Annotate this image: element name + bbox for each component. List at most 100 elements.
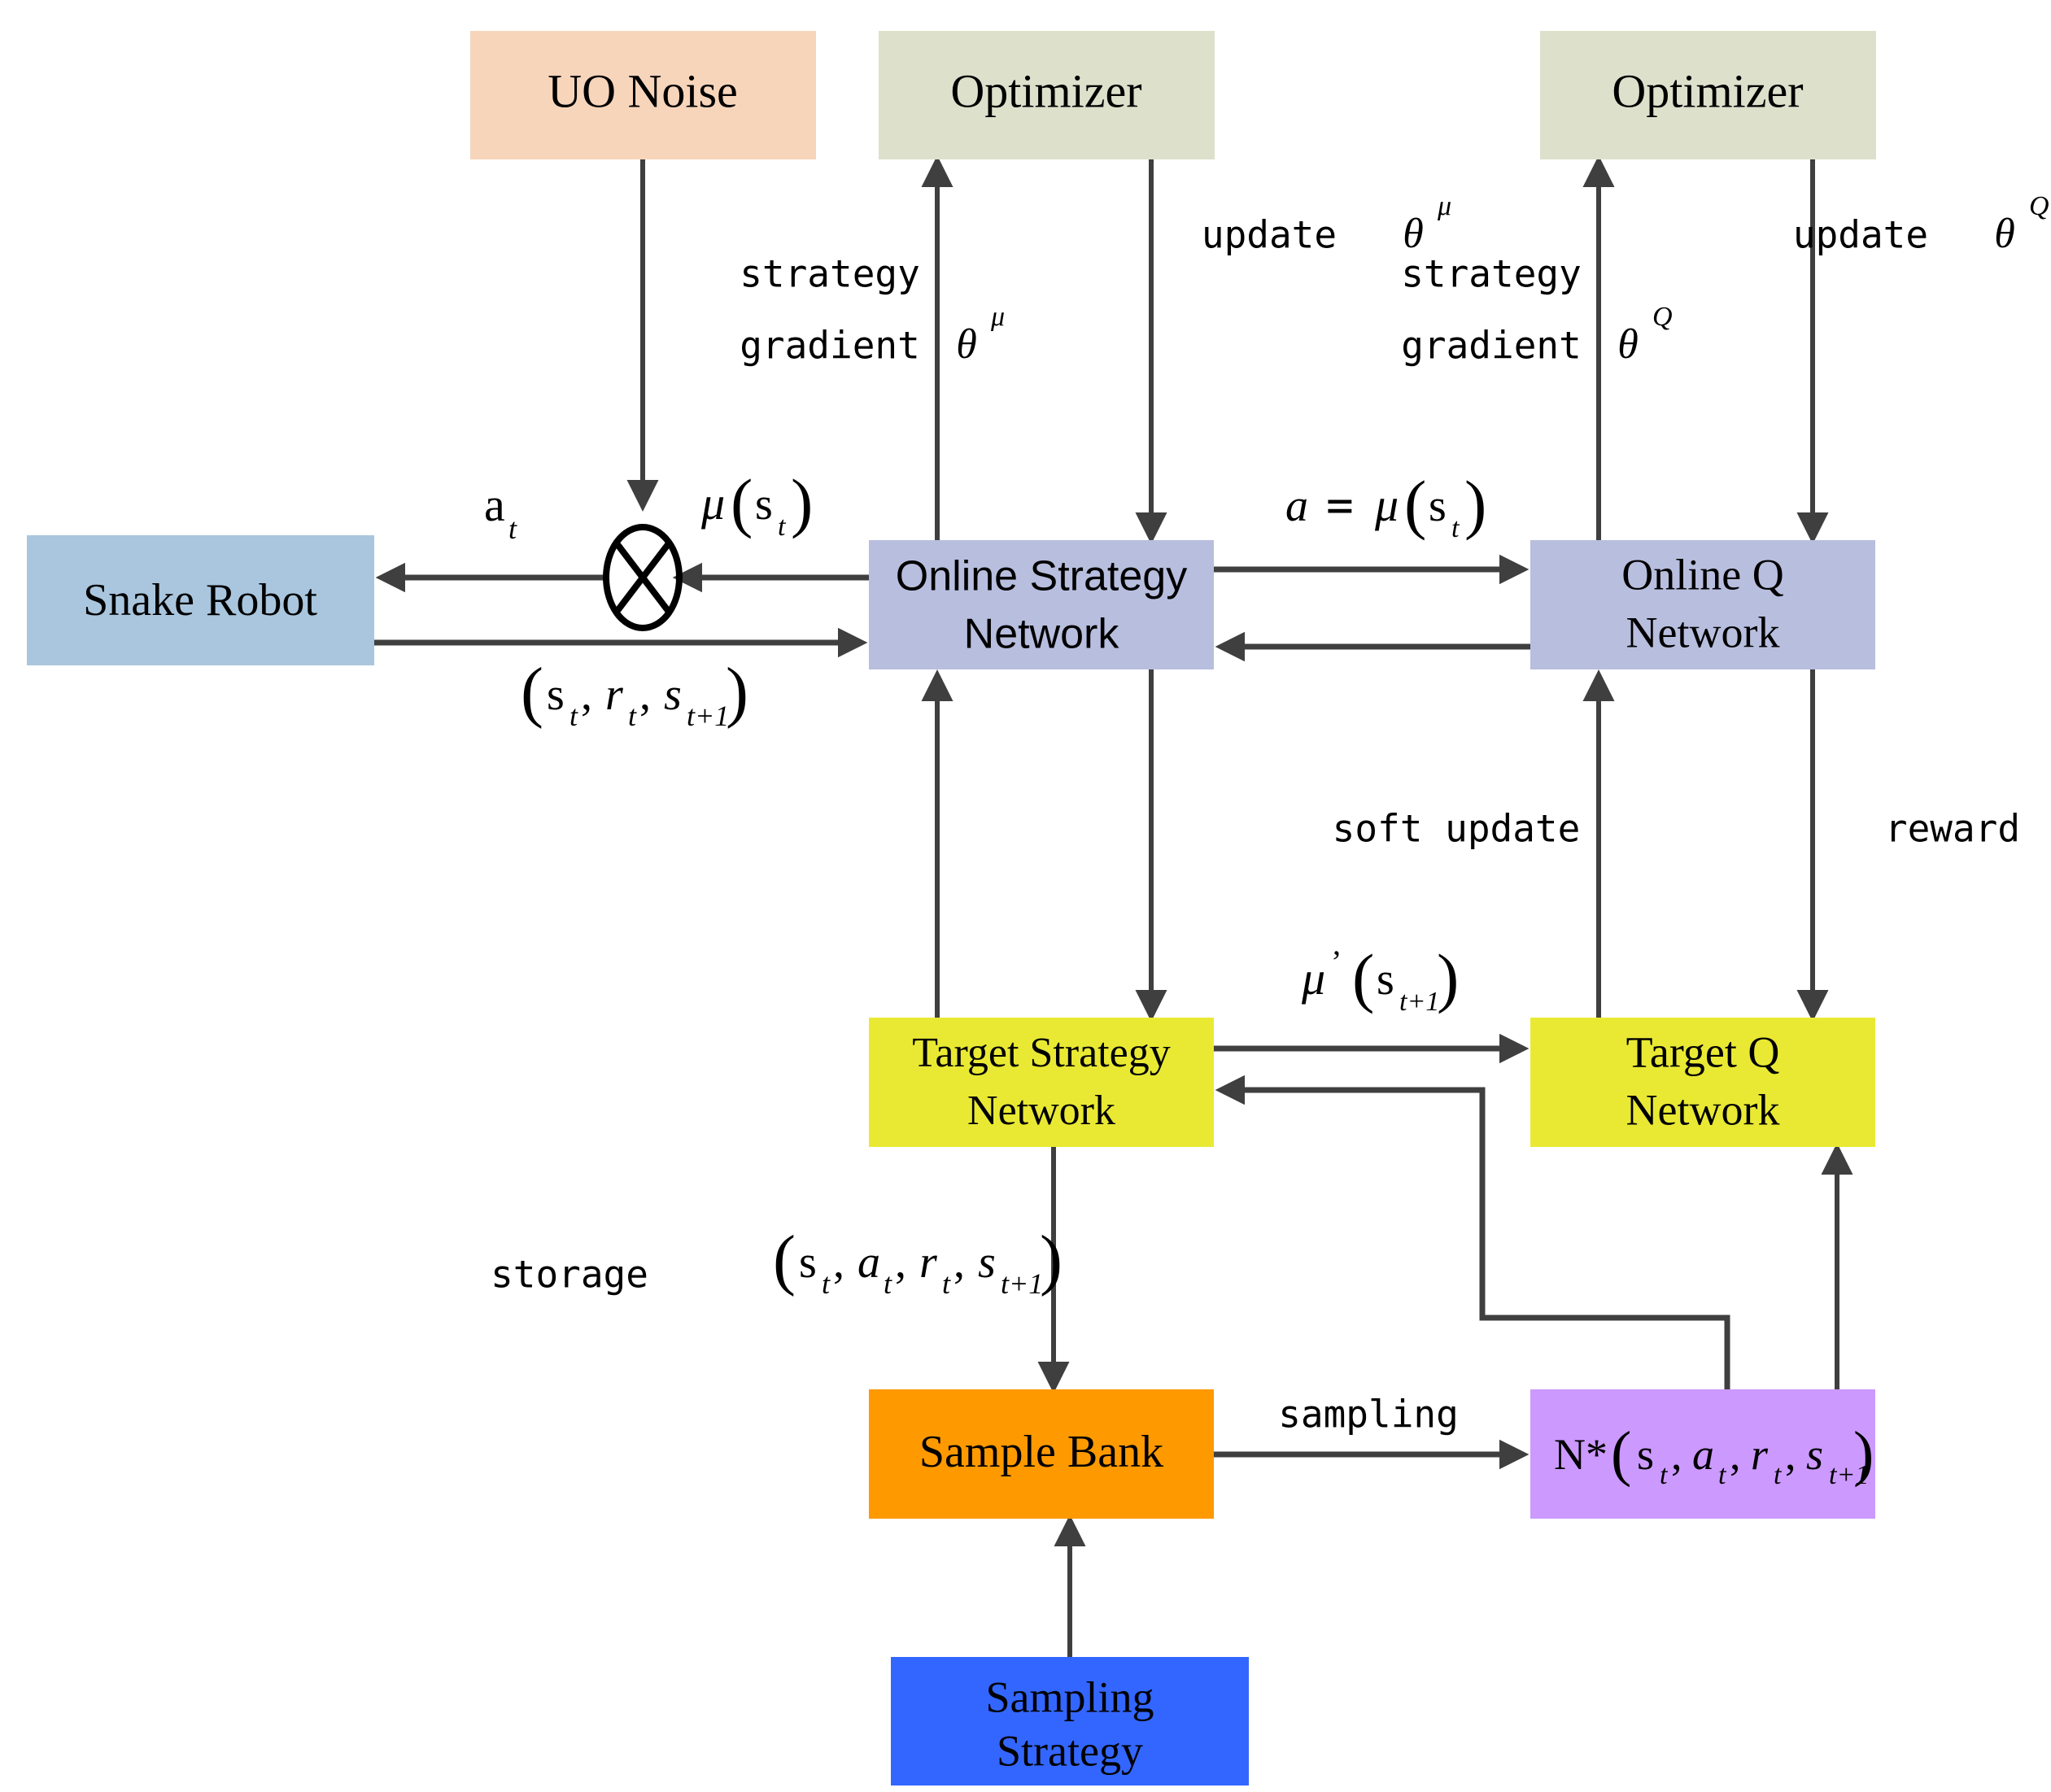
svg-text:t: t — [569, 700, 578, 732]
svg-text:t+1: t+1 — [1001, 1267, 1043, 1300]
label-strategy-gradient-right-line2: gradient — [1401, 324, 1582, 368]
label-theta-mu-gradient: θ μ — [956, 302, 1005, 368]
svg-text:a: a — [857, 1237, 880, 1288]
svg-text:): ) — [791, 465, 813, 539]
node-target-strategy-network-label-line2: Network — [967, 1088, 1115, 1134]
label-update-left-theta: θ μ — [1403, 191, 1451, 257]
svg-text:t: t — [1451, 513, 1460, 543]
svg-text:Q: Q — [1652, 302, 1673, 332]
svg-text:s: s — [664, 669, 682, 720]
svg-text:t: t — [1718, 1460, 1727, 1490]
label-transition-tuple: ( s t , r t , s t+1 ) — [521, 654, 748, 732]
node-target-q-network-label-line2: Network — [1626, 1085, 1780, 1134]
label-strategy-gradient-right-line1: strategy — [1401, 252, 1582, 296]
svg-text:s: s — [1806, 1430, 1823, 1479]
svg-text:,: , — [1730, 1430, 1741, 1479]
svg-text:,: , — [953, 1237, 965, 1288]
svg-text:): ) — [1853, 1419, 1874, 1488]
svg-text:(: ( — [731, 465, 753, 539]
node-target-q-network-label-line1: Target Q — [1626, 1027, 1780, 1076]
svg-text:θ: θ — [1403, 211, 1424, 257]
svg-text:(: ( — [521, 654, 543, 730]
svg-text:s: s — [755, 479, 773, 530]
svg-text:): ) — [1437, 940, 1459, 1014]
label-a-equals-mu-st: a = μ ( s t ) — [1285, 467, 1486, 543]
svg-text:t: t — [1774, 1460, 1783, 1490]
svg-text:t: t — [508, 512, 517, 545]
svg-text:s: s — [547, 669, 565, 720]
label-action-at: a t — [484, 478, 517, 545]
svg-text:(: ( — [1611, 1419, 1631, 1488]
label-mu-st: μ ( s t ) — [700, 465, 813, 542]
svg-text:s: s — [1429, 481, 1447, 531]
node-optimizer-right-label: Optimizer — [1612, 64, 1803, 117]
label-update-left: update — [1202, 213, 1337, 257]
svg-text:μ: μ — [700, 477, 725, 530]
svg-text:): ) — [1464, 467, 1486, 541]
svg-text:t: t — [822, 1267, 831, 1300]
svg-text:,: , — [895, 1237, 906, 1288]
node-online-strategy-network-label-line2: Network — [964, 611, 1120, 658]
svg-text:a: a — [1692, 1430, 1714, 1479]
svg-text:s: s — [978, 1237, 996, 1288]
svg-text:a: a — [484, 478, 505, 531]
svg-text:μ: μ — [1301, 952, 1325, 1005]
label-theta-q-gradient: θ Q — [1617, 302, 1672, 368]
node-online-q-network-label-line2: Network — [1626, 608, 1780, 656]
label-strategy-gradient-left-line1: strategy — [740, 252, 920, 296]
svg-text:t+1: t+1 — [687, 700, 729, 732]
node-sampling-strategy-label-line2: Strategy — [997, 1726, 1143, 1775]
node-optimizer-left-label: Optimizer — [950, 64, 1141, 117]
svg-text:t: t — [942, 1267, 951, 1300]
svg-text:): ) — [726, 654, 748, 730]
svg-text:r: r — [605, 669, 623, 720]
node-uo-noise-label: UO Noise — [548, 64, 738, 117]
svg-text:,: , — [639, 669, 651, 720]
node-sample-bank-label: Sample Bank — [919, 1427, 1163, 1477]
svg-text:,: , — [581, 669, 592, 720]
label-storage-tuple: ( s t , a t , r t , s t+1 ) — [773, 1222, 1063, 1300]
svg-text:=: = — [1326, 479, 1354, 532]
svg-text:r: r — [919, 1237, 937, 1288]
svg-text:(: ( — [1404, 467, 1426, 541]
label-soft-update: soft update — [1333, 807, 1581, 851]
svg-text:θ: θ — [956, 321, 977, 368]
architecture-diagram: UO Noise Optimizer Optimizer Snake Robot… — [27, 31, 2049, 1785]
svg-text:’: ’ — [1331, 944, 1342, 980]
svg-text:θ: θ — [1994, 211, 2015, 257]
label-reward: reward — [1885, 807, 2020, 851]
svg-text:s: s — [1377, 954, 1394, 1005]
svg-text:Q: Q — [2029, 191, 2049, 221]
label-update-right-theta: θ Q — [1994, 191, 2049, 257]
svg-text:,: , — [1785, 1430, 1796, 1479]
node-target-strategy-network-label-line1: Target Strategy — [912, 1030, 1170, 1076]
svg-text:s: s — [799, 1237, 817, 1288]
node-online-q-network-label-line1: Online Q — [1621, 550, 1783, 599]
svg-text:,: , — [1671, 1430, 1682, 1479]
node-sampling-strategy-label-line1: Sampling — [985, 1672, 1154, 1721]
diagram-canvas: UO Noise Optimizer Optimizer Snake Robot… — [0, 0, 2051, 1792]
svg-text:(: ( — [773, 1222, 796, 1297]
node-snake-robot-label: Snake Robot — [83, 575, 317, 626]
svg-text:s: s — [1637, 1430, 1654, 1479]
svg-text:(: ( — [1352, 940, 1374, 1014]
label-strategy-gradient-left-line2: gradient — [740, 324, 920, 368]
svg-text:t: t — [1660, 1460, 1669, 1490]
svg-text:μ: μ — [1374, 478, 1399, 531]
label-storage: storage — [491, 1253, 648, 1297]
svg-text:): ) — [1040, 1222, 1063, 1297]
svg-text:N*: N* — [1554, 1430, 1608, 1479]
svg-text:r: r — [1751, 1430, 1769, 1479]
label-mu-prime-st1: μ ’ ( s t+1 ) — [1301, 940, 1459, 1017]
svg-text:t: t — [628, 700, 637, 732]
svg-text:t+1: t+1 — [1399, 987, 1439, 1017]
svg-text:μ: μ — [1437, 191, 1451, 221]
label-update-right: update — [1793, 213, 1928, 257]
svg-text:μ: μ — [990, 302, 1005, 332]
svg-text:θ: θ — [1617, 321, 1639, 368]
svg-text:t: t — [884, 1267, 892, 1300]
svg-text:,: , — [833, 1237, 844, 1288]
mixer-multiply-icon — [603, 524, 683, 631]
node-online-strategy-network-label-line1: Online Strategy — [896, 553, 1187, 600]
svg-text:a: a — [1285, 481, 1308, 531]
